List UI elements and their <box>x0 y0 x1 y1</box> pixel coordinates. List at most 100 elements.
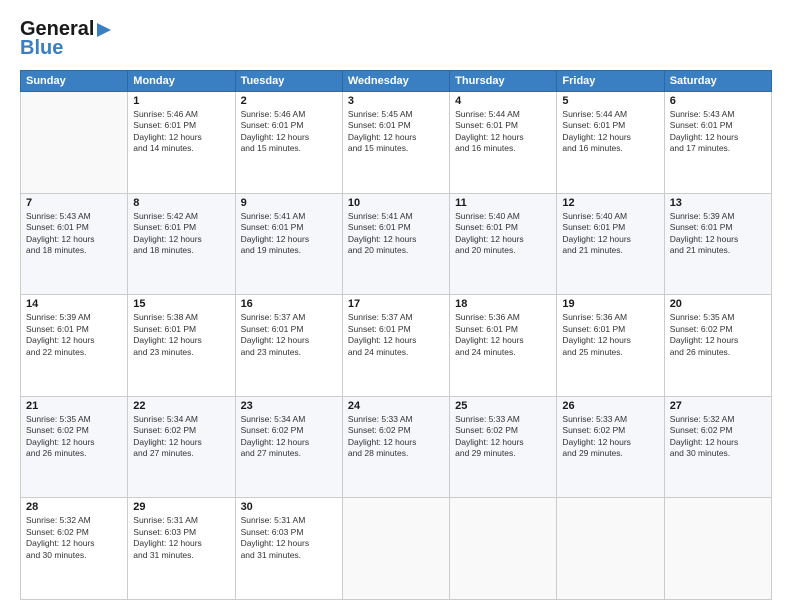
day-number: 10 <box>348 197 444 209</box>
day-header-friday: Friday <box>557 71 664 92</box>
day-info: Sunrise: 5:35 AMSunset: 6:02 PMDaylight:… <box>26 414 122 460</box>
calendar-cell: 28 Sunrise: 5:32 AMSunset: 6:02 PMDayligh… <box>21 498 128 600</box>
calendar-cell <box>342 498 449 600</box>
day-info: Sunrise: 5:39 AMSunset: 6:01 PMDaylight:… <box>670 211 766 257</box>
day-number: 19 <box>562 298 658 310</box>
calendar-cell: 18 Sunrise: 5:36 AMSunset: 6:01 PMDayligh… <box>450 295 557 397</box>
calendar-cell: 9 Sunrise: 5:41 AMSunset: 6:01 PMDaylight… <box>235 193 342 295</box>
calendar-cell: 17 Sunrise: 5:37 AMSunset: 6:01 PMDayligh… <box>342 295 449 397</box>
calendar-cell: 7 Sunrise: 5:43 AMSunset: 6:01 PMDaylight… <box>21 193 128 295</box>
day-number: 22 <box>133 400 229 412</box>
day-info: Sunrise: 5:45 AMSunset: 6:01 PMDaylight:… <box>348 109 444 155</box>
calendar-cell: 8 Sunrise: 5:42 AMSunset: 6:01 PMDaylight… <box>128 193 235 295</box>
day-number: 21 <box>26 400 122 412</box>
day-info: Sunrise: 5:40 AMSunset: 6:01 PMDaylight:… <box>562 211 658 257</box>
day-number: 27 <box>670 400 766 412</box>
day-info: Sunrise: 5:35 AMSunset: 6:02 PMDaylight:… <box>670 312 766 358</box>
day-header-wednesday: Wednesday <box>342 71 449 92</box>
calendar-cell: 14 Sunrise: 5:39 AMSunset: 6:01 PMDayligh… <box>21 295 128 397</box>
day-header-sunday: Sunday <box>21 71 128 92</box>
calendar-cell: 15 Sunrise: 5:38 AMSunset: 6:01 PMDayligh… <box>128 295 235 397</box>
calendar-cell: 23Sunrise: 5:34 AMSunset: 6:02 PMDayligh… <box>235 396 342 498</box>
calendar-cell <box>664 498 771 600</box>
calendar-week-2: 7 Sunrise: 5:43 AMSunset: 6:01 PMDaylight… <box>21 193 772 295</box>
day-info: Sunrise: 5:41 AMSunset: 6:01 PMDaylight:… <box>348 211 444 257</box>
calendar-cell <box>21 92 128 194</box>
day-number: 4 <box>455 95 551 107</box>
day-number: 18 <box>455 298 551 310</box>
calendar-cell: 10 Sunrise: 5:41 AMSunset: 6:01 PMDayligh… <box>342 193 449 295</box>
day-number: 29 <box>133 501 229 513</box>
day-header-thursday: Thursday <box>450 71 557 92</box>
day-number: 20 <box>670 298 766 310</box>
calendar-week-5: 28 Sunrise: 5:32 AMSunset: 6:02 PMDayligh… <box>21 498 772 600</box>
day-header-tuesday: Tuesday <box>235 71 342 92</box>
day-number: 26 <box>562 400 658 412</box>
header: General Blue <box>20 18 772 60</box>
day-info: Sunrise: 5:34 AMSunset: 6:02 PMDaylight:… <box>133 414 229 460</box>
day-info: Sunrise: 5:33 AMSunset: 6:02 PMDaylight:… <box>455 414 551 460</box>
calendar-cell: 29Sunrise: 5:31 AMSunset: 6:03 PMDayligh… <box>128 498 235 600</box>
calendar-cell: 22 Sunrise: 5:34 AMSunset: 6:02 PMDayligh… <box>128 396 235 498</box>
calendar-week-3: 14 Sunrise: 5:39 AMSunset: 6:01 PMDayligh… <box>21 295 772 397</box>
day-info: Sunrise: 5:39 AMSunset: 6:01 PMDaylight:… <box>26 312 122 358</box>
calendar-header-row: SundayMondayTuesdayWednesdayThursdayFrid… <box>21 71 772 92</box>
calendar-week-4: 21 Sunrise: 5:35 AMSunset: 6:02 PMDayligh… <box>21 396 772 498</box>
day-info: Sunrise: 5:31 AMSunset: 6:03 PMDaylight:… <box>241 515 337 561</box>
logo-text-blue: Blue <box>20 37 63 60</box>
day-info: Sunrise: 5:40 AMSunset: 6:01 PMDaylight:… <box>455 211 551 257</box>
calendar-cell: 3Sunrise: 5:45 AMSunset: 6:01 PMDaylight… <box>342 92 449 194</box>
day-number: 14 <box>26 298 122 310</box>
calendar-cell <box>557 498 664 600</box>
day-number: 25 <box>455 400 551 412</box>
day-info: Sunrise: 5:33 AMSunset: 6:02 PMDaylight:… <box>562 414 658 460</box>
day-info: Sunrise: 5:38 AMSunset: 6:01 PMDaylight:… <box>133 312 229 358</box>
day-info: Sunrise: 5:32 AMSunset: 6:02 PMDaylight:… <box>26 515 122 561</box>
calendar-cell: 1Sunrise: 5:46 AMSunset: 6:01 PMDaylight… <box>128 92 235 194</box>
calendar-cell: 12Sunrise: 5:40 AMSunset: 6:01 PMDayligh… <box>557 193 664 295</box>
calendar-cell: 16Sunrise: 5:37 AMSunset: 6:01 PMDayligh… <box>235 295 342 397</box>
day-number: 7 <box>26 197 122 209</box>
day-number: 28 <box>26 501 122 513</box>
day-info: Sunrise: 5:36 AMSunset: 6:01 PMDaylight:… <box>455 312 551 358</box>
day-number: 9 <box>241 197 337 209</box>
day-info: Sunrise: 5:43 AMSunset: 6:01 PMDaylight:… <box>26 211 122 257</box>
calendar-cell: 19 Sunrise: 5:36 AMSunset: 6:01 PMDayligh… <box>557 295 664 397</box>
calendar-cell: 21 Sunrise: 5:35 AMSunset: 6:02 PMDayligh… <box>21 396 128 498</box>
calendar-cell: 20 Sunrise: 5:35 AMSunset: 6:02 PMDayligh… <box>664 295 771 397</box>
calendar-body: 1Sunrise: 5:46 AMSunset: 6:01 PMDaylight… <box>21 92 772 600</box>
day-info: Sunrise: 5:37 AMSunset: 6:01 PMDaylight:… <box>348 312 444 358</box>
day-number: 13 <box>670 197 766 209</box>
calendar-cell: 4 Sunrise: 5:44 AMSunset: 6:01 PMDaylight… <box>450 92 557 194</box>
calendar-cell: 24 Sunrise: 5:33 AMSunset: 6:02 PMDayligh… <box>342 396 449 498</box>
day-number: 15 <box>133 298 229 310</box>
calendar-cell <box>450 498 557 600</box>
day-info: Sunrise: 5:44 AMSunset: 6:01 PMDaylight:… <box>562 109 658 155</box>
calendar-cell: 13 Sunrise: 5:39 AMSunset: 6:01 PMDayligh… <box>664 193 771 295</box>
day-info: Sunrise: 5:46 AMSunset: 6:01 PMDaylight:… <box>241 109 337 155</box>
day-info: Sunrise: 5:36 AMSunset: 6:01 PMDaylight:… <box>562 312 658 358</box>
calendar-table: SundayMondayTuesdayWednesdayThursdayFrid… <box>20 70 772 600</box>
day-number: 2 <box>241 95 337 107</box>
day-number: 17 <box>348 298 444 310</box>
day-number: 6 <box>670 95 766 107</box>
calendar-cell: 11 Sunrise: 5:40 AMSunset: 6:01 PMDayligh… <box>450 193 557 295</box>
calendar-cell: 26 Sunrise: 5:33 AMSunset: 6:02 PMDayligh… <box>557 396 664 498</box>
calendar-cell: 5 Sunrise: 5:44 AMSunset: 6:01 PMDaylight… <box>557 92 664 194</box>
day-header-saturday: Saturday <box>664 71 771 92</box>
day-info: Sunrise: 5:43 AMSunset: 6:01 PMDaylight:… <box>670 109 766 155</box>
calendar-cell: 30 Sunrise: 5:31 AMSunset: 6:03 PMDayligh… <box>235 498 342 600</box>
day-number: 24 <box>348 400 444 412</box>
day-number: 11 <box>455 197 551 209</box>
day-info: Sunrise: 5:42 AMSunset: 6:01 PMDaylight:… <box>133 211 229 257</box>
day-info: Sunrise: 5:41 AMSunset: 6:01 PMDaylight:… <box>241 211 337 257</box>
day-info: Sunrise: 5:34 AMSunset: 6:02 PMDaylight:… <box>241 414 337 460</box>
calendar-cell: 25 Sunrise: 5:33 AMSunset: 6:02 PMDayligh… <box>450 396 557 498</box>
day-info: Sunrise: 5:33 AMSunset: 6:02 PMDaylight:… <box>348 414 444 460</box>
day-number: 5 <box>562 95 658 107</box>
calendar-page: General Blue SundayMondayTuesdayWednesda… <box>0 0 792 612</box>
day-number: 30 <box>241 501 337 513</box>
day-number: 8 <box>133 197 229 209</box>
logo-arrow-icon <box>95 21 113 39</box>
day-info: Sunrise: 5:44 AMSunset: 6:01 PMDaylight:… <box>455 109 551 155</box>
